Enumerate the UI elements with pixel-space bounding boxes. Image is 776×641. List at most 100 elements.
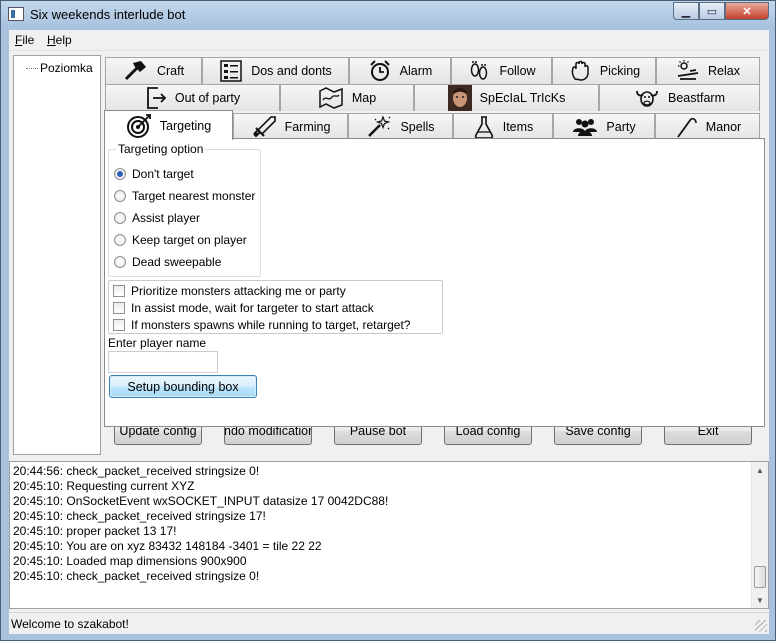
radio-dead-sweepable[interactable]: Dead sweepable (114, 253, 221, 271)
tab-relax[interactable]: Relax (656, 57, 760, 84)
tab-manor[interactable]: Manor (655, 113, 760, 140)
app-icon (8, 7, 24, 21)
radio-label: Target nearest monster (132, 189, 256, 203)
portrait-icon (447, 85, 472, 111)
tab-follow[interactable]: Follow (451, 57, 552, 84)
exit-door-icon (146, 87, 167, 109)
menu-file[interactable]: File (15, 33, 34, 47)
tab-follow-label: Follow (499, 64, 536, 78)
scroll-thumb[interactable] (754, 566, 766, 588)
tab-manor-label: Manor (705, 120, 742, 134)
buffalo-icon (636, 90, 658, 107)
sword-icon (252, 116, 276, 138)
tab-alarm-label: Alarm (399, 64, 433, 78)
radio-button[interactable] (114, 234, 126, 246)
tab-out-of-party[interactable]: Out of party (105, 84, 280, 111)
tab-items[interactable]: Items (453, 113, 553, 140)
tab-picking[interactable]: Picking (552, 57, 656, 84)
status-bar: Welcome to szakabot! (9, 612, 769, 634)
log-line: 20:44:56: check_packet_received stringsi… (13, 464, 260, 478)
targeting-option-group: Targeting option Don't target Target nea… (108, 142, 261, 277)
scythe-icon (677, 117, 697, 138)
status-text: Welcome to szakabot! (11, 617, 129, 631)
tab-picking-label: Picking (599, 64, 641, 78)
targeting-checkbox-group: Prioritize monsters attacking me or part… (108, 280, 443, 334)
tree-item-poziomka[interactable]: Poziomka (40, 61, 93, 75)
maximize-button[interactable]: ▭ (699, 2, 725, 20)
tab-special-tricks[interactable]: SpEcIaL TrIcKs (414, 84, 599, 111)
log-output[interactable]: 20:44:56: check_packet_received stringsi… (9, 461, 769, 609)
minimize-button[interactable]: ▁ (673, 2, 699, 20)
tab-dos-and-donts[interactable]: Dos and donts (202, 57, 349, 84)
checkbox-label: If monsters spawns while running to targ… (131, 317, 411, 332)
tab-alarm[interactable]: Alarm (349, 57, 451, 84)
radio-button[interactable] (114, 168, 126, 180)
sun-bed-icon (677, 60, 699, 80)
tab-beastfarm-label: Beastfarm (668, 91, 725, 105)
checkbox[interactable] (113, 284, 125, 297)
log-scrollbar[interactable]: ▲ ▼ (751, 462, 768, 608)
alarm-clock-icon (369, 60, 390, 81)
tab-dos-and-donts-label: Dos and donts (251, 64, 332, 78)
title-bar: Six weekends interlude bot ▁ ▭ ✕ (1, 1, 775, 29)
radio-label: Don't target (132, 167, 194, 181)
tab-farming[interactable]: Farming (233, 113, 348, 140)
checkbox-assist-wait[interactable]: In assist mode, wait for targeter to sta… (113, 299, 374, 316)
checkbox-label: In assist mode, wait for targeter to sta… (131, 300, 374, 315)
hammer-icon (124, 61, 146, 81)
log-line: 20:45:10: OnSocketEvent wxSOCKET_INPUT d… (13, 494, 389, 508)
log-line: 20:45:10: You are on xyz 83432 148184 -3… (13, 539, 322, 553)
hand-icon (571, 60, 589, 81)
player-name-label: Enter player name (108, 336, 207, 350)
targeting-option-title: Targeting option (116, 142, 206, 156)
log-line: 20:45:10: check_packet_received stringsi… (13, 509, 266, 523)
tab-targeting-label: Targeting (159, 118, 212, 133)
radio-button[interactable] (114, 256, 126, 268)
checkbox-label: Prioritize monsters attacking me or part… (131, 283, 346, 298)
tab-spells[interactable]: Spells (348, 113, 453, 140)
tab-craft[interactable]: Craft (105, 57, 202, 84)
menu-help[interactable]: Help (47, 33, 72, 47)
radio-keep-target[interactable]: Keep target on player (114, 231, 247, 249)
checkbox[interactable] (113, 301, 125, 314)
window-title: Six weekends interlude bot (30, 7, 186, 22)
log-line: 20:45:10: proper packet 13 17! (13, 524, 177, 538)
resize-grip-icon[interactable] (755, 620, 767, 632)
tab-targeting[interactable]: Targeting (104, 110, 233, 140)
scroll-down-icon[interactable]: ▼ (752, 592, 768, 608)
client-area: File Help Poziomka Craft Dos and donts A… (9, 30, 769, 634)
setup-bounding-box-button[interactable]: Setup bounding box (109, 375, 257, 398)
radio-label: Keep target on player (132, 233, 247, 247)
scroll-up-icon[interactable]: ▲ (752, 462, 768, 478)
bot-tree[interactable]: Poziomka (13, 55, 101, 455)
checkbox[interactable] (113, 318, 125, 331)
tab-party-label: Party (606, 120, 636, 134)
menu-bar: File Help (9, 30, 769, 51)
player-name-input[interactable] (108, 351, 218, 373)
checkbox-retarget[interactable]: If monsters spawns while running to targ… (113, 316, 410, 333)
radio-dont-target[interactable]: Don't target (114, 165, 194, 183)
radio-label: Dead sweepable (132, 255, 222, 269)
checklist-icon (220, 60, 242, 82)
footprints-icon (471, 61, 488, 80)
targeting-panel: Targeting option Don't target Target nea… (104, 138, 765, 427)
tab-party[interactable]: Party (553, 113, 655, 140)
flask-icon (474, 116, 493, 139)
magic-wand-icon (368, 115, 391, 137)
tab-spells-label: Spells (400, 120, 435, 134)
radio-button[interactable] (114, 212, 126, 224)
tab-map[interactable]: Map (280, 84, 414, 111)
tab-map-label: Map (351, 91, 377, 105)
tab-out-of-party-label: Out of party (174, 91, 241, 105)
log-line: 20:45:10: check_packet_received stringsi… (13, 569, 260, 583)
checkbox-prioritize[interactable]: Prioritize monsters attacking me or part… (113, 282, 346, 299)
radio-button[interactable] (114, 190, 126, 202)
tab-beastfarm[interactable]: Beastfarm (599, 84, 760, 111)
close-button[interactable]: ✕ (725, 2, 769, 20)
radio-assist-player[interactable]: Assist player (114, 209, 200, 227)
tree-connector (26, 68, 38, 69)
radio-target-nearest[interactable]: Target nearest monster (114, 187, 255, 205)
target-icon (126, 113, 151, 138)
group-icon (573, 119, 598, 136)
tab-craft-label: Craft (156, 64, 185, 78)
